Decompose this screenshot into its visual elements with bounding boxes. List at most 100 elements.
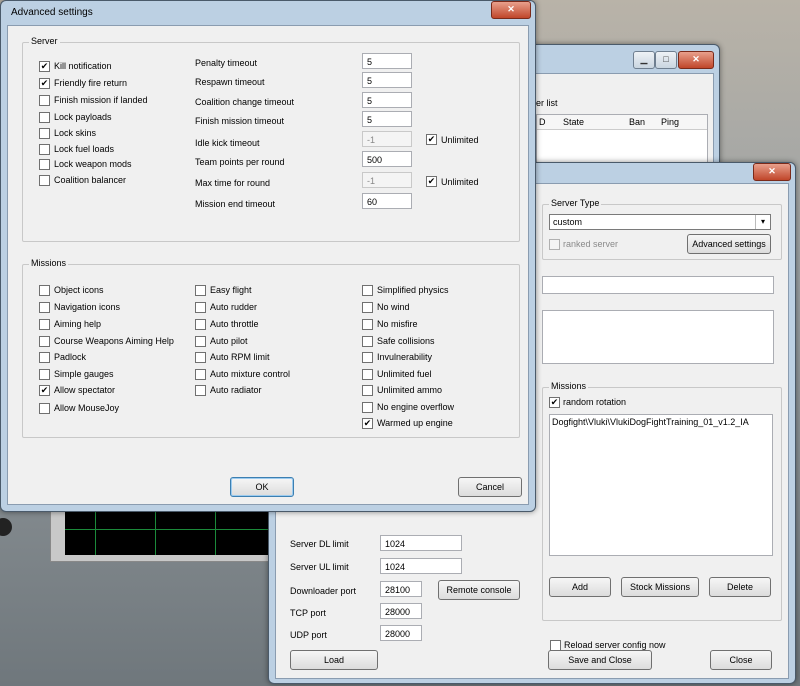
server-settings-close-button[interactable]: ✕ <box>753 163 791 181</box>
max-time-unlimited-checkbox[interactable]: ✔ <box>426 176 437 187</box>
unlimited-ammo-checkbox[interactable] <box>362 385 373 396</box>
auto-rpm-limit-checkbox[interactable] <box>195 352 206 363</box>
col-state[interactable]: State <box>563 117 584 127</box>
finish-mission-timeout-input[interactable]: 5 <box>362 111 412 127</box>
random-rotation-checkbox[interactable]: ✔ <box>549 397 560 408</box>
friendly-fire-return-checkbox[interactable]: ✔ <box>39 78 50 89</box>
auto-pilot-checkbox[interactable] <box>195 336 206 347</box>
auto-mixture-control-checkbox[interactable] <box>195 369 206 380</box>
lock-skins-checkbox[interactable] <box>39 128 50 139</box>
easy-flight-label: Easy flight <box>210 285 252 295</box>
navigation-icons-label: Navigation icons <box>54 302 121 312</box>
add-mission-button[interactable]: Add <box>549 577 611 597</box>
advanced-close-button[interactable]: ✕ <box>491 1 531 19</box>
allow-mousejoy-checkbox[interactable] <box>39 403 50 414</box>
no-misfire-checkbox[interactable] <box>362 319 373 330</box>
kill-notification-checkbox[interactable]: ✔ <box>39 61 50 72</box>
downloader-port-input[interactable]: 28100 <box>380 581 422 597</box>
col-ping[interactable]: Ping <box>661 117 679 127</box>
object-icons-checkbox[interactable] <box>39 285 50 296</box>
idle-kick-timeout-label: Idle kick timeout <box>195 138 260 148</box>
no-engine-overflow-checkbox[interactable] <box>362 402 373 413</box>
mission-list[interactable]: Dogfight\Vluki\VlukiDogFightTraining_01_… <box>549 414 773 556</box>
padlock-checkbox[interactable] <box>39 352 50 363</box>
cancel-button[interactable]: Cancel <box>458 477 522 497</box>
advanced-missions-label: Missions <box>29 258 69 268</box>
auto-radiator-checkbox[interactable] <box>195 385 206 396</box>
server-list-header: D State Ban Ping <box>537 115 707 130</box>
server-list-title: er list <box>536 98 558 108</box>
col-id[interactable]: D <box>539 117 546 127</box>
aiming-help-checkbox[interactable] <box>39 319 50 330</box>
auto-rudder-checkbox[interactable] <box>195 302 206 313</box>
lock-weapon-mods-checkbox[interactable] <box>39 159 50 170</box>
team-points-input[interactable]: 500 <box>362 151 412 167</box>
mission-end-timeout-label: Mission end timeout <box>195 199 276 209</box>
coalition-change-timeout-label: Coalition change timeout <box>195 97 295 107</box>
penalty-timeout-input[interactable]: 5 <box>362 53 412 69</box>
server-ul-limit-label: Server UL limit <box>290 562 349 572</box>
respawn-timeout-input[interactable]: 5 <box>362 72 412 88</box>
object-icons-label: Object icons <box>54 285 104 295</box>
server-ul-limit-input[interactable]: 1024 <box>380 558 462 574</box>
safe-collisions-checkbox[interactable] <box>362 336 373 347</box>
server-name-input[interactable] <box>542 276 774 294</box>
idle-kick-timeout-input[interactable]: -1 <box>362 131 412 147</box>
finish-mission-landed-checkbox[interactable] <box>39 95 50 106</box>
friendly-fire-return-label: Friendly fire return <box>54 78 128 88</box>
max-time-unlimited-label: Unlimited <box>441 177 479 187</box>
maximize-button[interactable]: □ <box>655 51 677 69</box>
advanced-missions-group: Missions Object icons Navigation icons A… <box>22 258 520 438</box>
no-wind-checkbox[interactable] <box>362 302 373 313</box>
remote-console-button[interactable]: Remote console <box>438 580 520 600</box>
allow-spectator-checkbox[interactable]: ✔ <box>39 385 50 396</box>
advanced-server-group: Server ✔ Kill notification ✔ Friendly fi… <box>22 36 520 242</box>
no-wind-label: No wind <box>377 302 410 312</box>
save-and-close-button[interactable]: Save and Close <box>548 650 652 670</box>
unlimited-fuel-checkbox[interactable] <box>362 369 373 380</box>
ok-button[interactable]: OK <box>230 477 294 497</box>
team-points-label: Team points per round <box>195 157 285 167</box>
server-missions-label: Missions <box>549 381 589 391</box>
udp-port-input[interactable]: 28000 <box>380 625 422 641</box>
advanced-server-label: Server <box>29 36 60 46</box>
mission-list-item[interactable]: Dogfight\Vluki\VlukiDogFightTraining_01_… <box>552 417 749 427</box>
server-dl-limit-input[interactable]: 1024 <box>380 535 462 551</box>
server-dl-limit-label: Server DL limit <box>290 539 349 549</box>
server-type-group: Server Type custom ▾ ranked server Advan… <box>542 198 782 260</box>
finish-mission-timeout-label: Finish mission timeout <box>195 116 285 126</box>
coalition-change-timeout-input[interactable]: 5 <box>362 92 412 108</box>
simplified-physics-label: Simplified physics <box>377 285 449 295</box>
no-engine-overflow-label: No engine overflow <box>377 402 455 412</box>
lock-payloads-checkbox[interactable] <box>39 112 50 123</box>
traffic-graph <box>65 507 285 555</box>
col-ban[interactable]: Ban <box>629 117 645 127</box>
mission-end-timeout-input[interactable]: 60 <box>362 193 412 209</box>
advanced-settings-button[interactable]: Advanced settings <box>687 234 771 254</box>
delete-mission-button[interactable]: Delete <box>709 577 771 597</box>
load-button[interactable]: Load <box>290 650 378 670</box>
server-type-label: Server Type <box>549 198 602 208</box>
max-time-round-input[interactable]: -1 <box>362 172 412 188</box>
aiming-help-label: Aiming help <box>54 319 102 329</box>
ranked-server-checkbox[interactable] <box>549 239 560 250</box>
server-type-select[interactable]: custom ▾ <box>549 214 771 230</box>
navigation-icons-checkbox[interactable] <box>39 302 50 313</box>
invulnerability-checkbox[interactable] <box>362 352 373 363</box>
auto-rpm-limit-label: Auto RPM limit <box>210 352 270 362</box>
tcp-port-input[interactable]: 28000 <box>380 603 422 619</box>
simplified-physics-checkbox[interactable] <box>362 285 373 296</box>
stock-missions-button[interactable]: Stock Missions <box>621 577 699 597</box>
lock-fuel-loads-checkbox[interactable] <box>39 144 50 155</box>
minimize-button[interactable]: ▁ <box>633 51 655 69</box>
easy-flight-checkbox[interactable] <box>195 285 206 296</box>
idle-kick-unlimited-checkbox[interactable]: ✔ <box>426 134 437 145</box>
simple-gauges-checkbox[interactable] <box>39 369 50 380</box>
close-settings-button[interactable]: Close <box>710 650 772 670</box>
close-button[interactable]: ✕ <box>678 51 714 69</box>
course-weapons-aiming-checkbox[interactable] <box>39 336 50 347</box>
auto-throttle-checkbox[interactable] <box>195 319 206 330</box>
warmed-up-engine-checkbox[interactable]: ✔ <box>362 418 373 429</box>
coalition-balancer-checkbox[interactable] <box>39 175 50 186</box>
server-description-input[interactable] <box>542 310 774 364</box>
